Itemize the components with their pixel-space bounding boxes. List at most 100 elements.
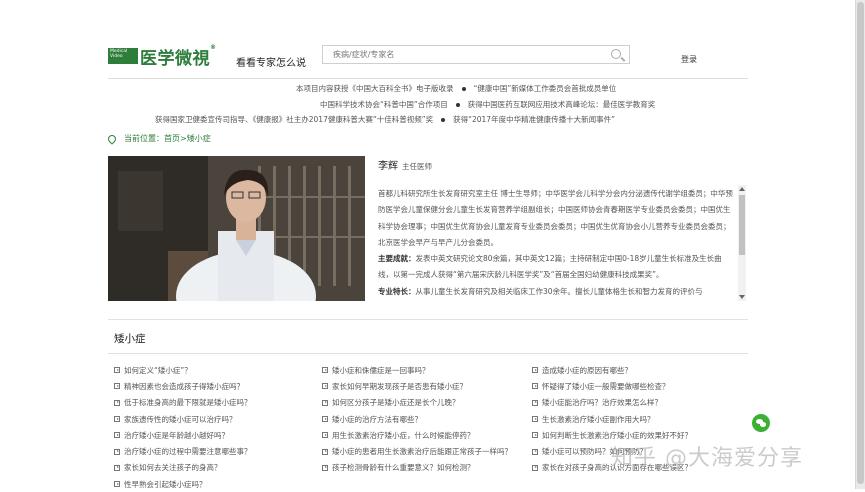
play-icon (322, 464, 328, 471)
play-icon (114, 481, 120, 488)
search-icon[interactable] (611, 49, 621, 59)
play-icon (114, 416, 120, 423)
breadcrumb: 当前位置： 首页 > 矮小症 (106, 132, 211, 145)
question-text[interactable]: 精神因素也会造成孩子得矮小症吗？ (124, 381, 244, 392)
watermark: 知乎 @大海爱分享 (611, 446, 803, 471)
question-link[interactable]: 性早熟会引起矮小症吗？ (114, 476, 252, 492)
credential-text: 获得“2017年度中华精准健康传播十大新闻事件” (453, 115, 615, 124)
question-text[interactable]: 如何区分孩子是矮小症还是长个儿晚？ (332, 397, 460, 408)
question-text[interactable]: 怀疑得了矮小症一般需要做哪些检查？ (542, 381, 670, 392)
page-scrollbar[interactable] (855, 0, 865, 489)
specialty-label: 专业特长： (378, 286, 416, 296)
question-text[interactable]: 矮小症能治疗吗？治疗效果怎么样？ (542, 397, 662, 408)
play-icon (322, 416, 328, 423)
question-link[interactable]: 用生长激素治疗矮小症，什么时候能停药？ (322, 427, 512, 443)
play-icon (532, 367, 538, 374)
play-icon (114, 383, 120, 390)
breadcrumb-separator: > (180, 134, 187, 143)
question-link[interactable]: 如何定义“矮小症”？ (114, 362, 252, 378)
question-link[interactable]: 精神因素也会造成孩子得矮小症吗？ (114, 378, 252, 394)
question-link[interactable]: 治疗矮小症是年龄越小越好吗？ (114, 427, 252, 443)
doctor-name-block: 李辉 主任医师 (378, 157, 432, 172)
search-input[interactable] (323, 49, 605, 60)
question-link[interactable]: 治疗矮小症的过程中需要注意哪些事？ (114, 443, 252, 459)
logo-title: 医学微視 (140, 48, 210, 69)
wechat-icon[interactable] (752, 414, 770, 432)
play-icon (532, 432, 538, 439)
scroll-down-arrow-icon[interactable] (739, 295, 745, 299)
play-icon (322, 399, 328, 406)
credential-text: 获得中国医药互联网应用技术高峰论坛：最佳医学教育奖 (467, 100, 656, 109)
play-icon (114, 367, 120, 374)
question-text[interactable]: 用生长激素治疗矮小症，什么时候能停药？ (332, 430, 475, 441)
play-icon (114, 464, 120, 471)
page-scroll-thumb[interactable] (857, 2, 864, 484)
breadcrumb-prefix: 当前位置： (124, 134, 164, 143)
login-link[interactable]: 登录 (681, 54, 697, 65)
question-link[interactable]: 怀疑得了矮小症一般需要做哪些检查？ (532, 378, 692, 394)
play-icon (322, 448, 328, 455)
doctor-video[interactable] (108, 156, 365, 301)
question-text[interactable]: 生长激素治疗矮小症副作用大吗？ (542, 414, 655, 425)
logo-text: 医学微視® (140, 44, 217, 69)
question-text[interactable]: 如何定义“矮小症”？ (124, 365, 192, 376)
question-column: 如何定义“矮小症”？ 精神因素也会造成孩子得矮小症吗？ 低于标准身高的最下限就是… (114, 362, 252, 492)
credential-text: 中国科学技术协会“科普中国”合作项目 (320, 100, 448, 109)
bullet-dot (461, 87, 466, 91)
scroll-up-arrow-icon[interactable] (739, 187, 745, 191)
question-link[interactable]: 家长如何去关注孩子的身高？ (114, 460, 252, 476)
question-link[interactable]: 矮小症和侏儒症是一回事吗？ (322, 362, 512, 378)
achievements-text: 发表中英文研究论文80余篇，其中英文12篇；主持研制定中国0-18岁儿童生长标准… (378, 254, 722, 280)
play-icon (114, 448, 120, 455)
play-icon (322, 383, 328, 390)
question-text[interactable]: 造成矮小症的原因有哪些？ (542, 365, 632, 376)
question-link[interactable]: 孩子检测骨龄有什么重要意义？如何检测？ (322, 460, 512, 476)
site-slogan: 看看专家怎么说 (236, 58, 306, 69)
question-text[interactable]: 治疗矮小症是年龄越小越好吗？ (124, 430, 229, 441)
section-divider (108, 353, 748, 354)
question-link[interactable]: 矮小症能治疗吗？治疗效果怎么样？ (532, 395, 692, 411)
achievements-label: 主要成就： (378, 254, 416, 264)
play-icon (532, 448, 538, 455)
question-text[interactable]: 矮小症的患者用生长激素治疗后能跟正常孩子一样吗？ (332, 446, 512, 457)
breadcrumb-current[interactable]: 矮小症 (187, 133, 211, 144)
question-link[interactable]: 生长激素治疗矮小症副作用大吗？ (532, 411, 692, 427)
search-box[interactable] (322, 45, 630, 64)
section-divider (108, 319, 748, 320)
scroll-thumb[interactable] (739, 195, 745, 255)
question-link[interactable]: 家族遗传性的矮小症可以治疗吗？ (114, 411, 252, 427)
breadcrumb-home[interactable]: 首页 (164, 133, 180, 144)
question-text[interactable]: 性早熟会引起矮小症吗？ (124, 479, 207, 490)
question-text[interactable]: 矮小症和侏儒症是一回事吗？ (332, 365, 430, 376)
doctor-title: 主任医师 (402, 162, 432, 171)
question-text[interactable]: 家族遗传性的矮小症可以治疗吗？ (124, 414, 237, 425)
site-logo[interactable]: Medical Video 医学微視® (108, 44, 217, 69)
play-icon (532, 383, 538, 390)
question-link[interactable]: 低于标准身高的最下限就是矮小症吗？ (114, 395, 252, 411)
question-link[interactable]: 如何区分孩子是矮小症还是长个儿晚？ (322, 395, 512, 411)
credential-text: 本项目内容获授《中国大百科全书》电子版收录 (296, 84, 454, 93)
question-text[interactable]: 家长如何去关注孩子的身高？ (124, 462, 222, 473)
question-link[interactable]: 矮小症的治疗方法有哪些？ (322, 411, 512, 427)
bio-scrollbar[interactable] (738, 185, 746, 301)
credential-row: 本项目内容获授《中国大百科全书》电子版收录 “健康中国”新媒体工作委员会首批成员单… (296, 83, 616, 94)
credential-row: 中国科学技术协会“科普中国”合作项目 获得中国医药互联网应用技术高峰论坛：最佳医学… (320, 99, 655, 110)
section-title: 矮小症 (114, 333, 146, 345)
question-text[interactable]: 家长如何早期发现孩子是否患有矮小症？ (332, 381, 467, 392)
specialty-text: 从事儿童生长发育研究及相关临床工作30余年。擅长儿童体格生长和智力发育的评价与 (415, 286, 703, 296)
video-frame (108, 156, 365, 301)
play-icon (532, 399, 538, 406)
question-text[interactable]: 低于标准身高的最下限就是矮小症吗？ (124, 397, 252, 408)
question-link[interactable]: 造成矮小症的原因有哪些？ (532, 362, 692, 378)
question-link[interactable]: 矮小症的患者用生长激素治疗后能跟正常孩子一样吗？ (322, 443, 512, 459)
play-icon (322, 367, 328, 374)
question-column: 矮小症和侏儒症是一回事吗？ 家长如何早期发现孩子是否患有矮小症？ 如何区分孩子是… (322, 362, 512, 476)
question-text[interactable]: 治疗矮小症的过程中需要注意哪些事？ (124, 446, 252, 457)
question-text[interactable]: 矮小症的治疗方法有哪些？ (332, 414, 422, 425)
question-link[interactable]: 家长如何早期发现孩子是否患有矮小症？ (322, 378, 512, 394)
doctor-bio: 首都儿科研究所生长发育研究室主任 博士生导师；中华医学会儿科学分会内分泌遗传代谢… (378, 186, 736, 300)
play-icon (114, 399, 120, 406)
question-text[interactable]: 孩子检测骨龄有什么重要意义？如何检测？ (332, 462, 475, 473)
play-icon (322, 432, 328, 439)
logo-small-text: Medical Video (110, 49, 128, 59)
